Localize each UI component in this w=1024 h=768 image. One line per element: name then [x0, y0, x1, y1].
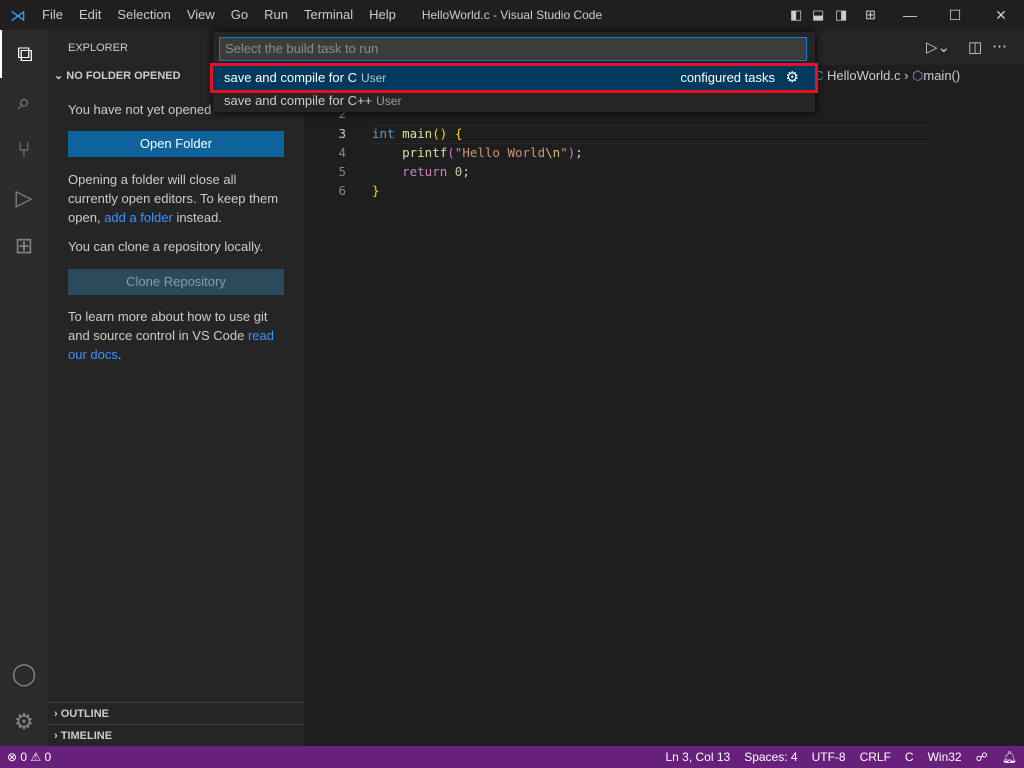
end-of-line[interactable]: CRLF	[853, 750, 898, 764]
manage-gear-icon[interactable]: ⚙	[0, 698, 48, 746]
line-number: 6	[338, 183, 346, 198]
line-number: 4	[338, 145, 346, 160]
task-item[interactable]: save and compile for C++ User	[213, 89, 815, 113]
maximize-button[interactable]: ☐	[932, 0, 978, 30]
chevron-right-icon: ›	[54, 708, 61, 720]
vscode-logo-icon: ⋊	[10, 8, 26, 25]
task-item-selected[interactable]: save and compile for C User configured ta…	[210, 63, 818, 93]
activity-bar: ⧉ ⌕ ⑂ ▷ ⊞ ◯ ⚙	[0, 30, 48, 746]
code-line: printf("Hello World\n");	[402, 145, 583, 160]
extensions-icon[interactable]: ⊞	[0, 222, 48, 270]
split-editor-icon[interactable]: ◫	[968, 38, 982, 56]
toggle-secondary-sidebar-icon[interactable]: ◨	[835, 7, 847, 23]
more-actions-icon[interactable]: ⋯	[992, 37, 1007, 55]
language-mode[interactable]: C	[898, 750, 921, 764]
timeline-section[interactable]: › TIMELINE	[48, 724, 304, 747]
title-bar: ⋊ File Edit Selection View Go Run Termin…	[0, 0, 1024, 30]
menu-go[interactable]: Go	[223, 0, 256, 30]
platform-config[interactable]: Win32	[921, 750, 969, 764]
indentation[interactable]: Spaces: 4	[737, 750, 804, 764]
customize-layout-icon[interactable]: ⊞	[865, 7, 876, 23]
menu-terminal[interactable]: Terminal	[296, 0, 361, 30]
menu-file[interactable]: File	[34, 0, 71, 30]
code-line: }	[372, 183, 380, 198]
clone-repository-button[interactable]: Clone Repository	[68, 269, 284, 295]
source-control-icon[interactable]: ⑂	[0, 126, 48, 174]
chevron-down-icon: ⌄	[54, 70, 67, 82]
minimize-button[interactable]: —	[887, 0, 933, 30]
editor-area[interactable]: ▷⌄ ◫ ⋯ C HelloWorld.c › ⬡main() 2 3 4 5 …	[304, 30, 1024, 746]
search-icon[interactable]: ⌕	[0, 78, 48, 126]
sidebar-header: EXPLORER	[68, 42, 128, 54]
account-icon[interactable]: ◯	[0, 650, 48, 698]
clone-message: You can clone a repository locally.	[68, 239, 264, 254]
close-button[interactable]: ✕	[978, 0, 1024, 30]
no-folder-section[interactable]: ⌄ NO FOLDER OPENED	[54, 69, 181, 82]
code-line: int main() {	[372, 126, 463, 141]
c-file-icon: C	[814, 68, 827, 83]
section-title: NO FOLDER OPENED	[66, 70, 181, 82]
open-folder-hint: Opening a folder will close all currentl…	[68, 172, 279, 225]
configured-tasks-label: configured tasks	[680, 70, 775, 85]
explorer-sidebar: EXPLORER ⌄ NO FOLDER OPENED You have not…	[48, 30, 304, 746]
feedback-icon[interactable]: ☍	[969, 750, 995, 764]
toggle-panel-icon[interactable]: ⬓	[812, 7, 824, 23]
cursor-position[interactable]: Ln 3, Col 13	[658, 750, 737, 764]
vertical-scrollbar[interactable]	[1012, 90, 1024, 690]
run-debug-icon[interactable]: ▷	[0, 174, 48, 222]
encoding[interactable]: UTF-8	[805, 750, 853, 764]
problems-indicator[interactable]: ⊗ 0 ⚠ 0	[0, 750, 58, 764]
run-debug-icon[interactable]: ▷⌄	[926, 38, 950, 56]
line-number: 5	[338, 164, 346, 179]
quick-pick: Select the build task to run save and co…	[210, 32, 818, 113]
menu-selection[interactable]: Selection	[109, 0, 178, 30]
outline-section[interactable]: › OUTLINE	[48, 702, 304, 725]
git-docs-hint: To learn more about how to use git and s…	[68, 309, 274, 362]
breadcrumb: C HelloWorld.c › ⬡main()	[814, 68, 961, 83]
add-folder-link[interactable]: add a folder	[104, 210, 173, 225]
menu-view[interactable]: View	[179, 0, 223, 30]
menu-edit[interactable]: Edit	[71, 0, 109, 30]
code-line: return 0;	[402, 164, 470, 179]
no-folder-message: You have not yet opened a folder.	[68, 102, 211, 117]
quick-pick-input[interactable]: Select the build task to run	[219, 37, 807, 61]
open-folder-button[interactable]: Open Folder	[68, 131, 284, 157]
symbol-method-icon: ⬡	[912, 68, 924, 83]
status-bar: ⊗ 0 ⚠ 0 Ln 3, Col 13 Spaces: 4 UTF-8 CRL…	[0, 746, 1024, 768]
toggle-sidebar-icon[interactable]: ◧	[790, 7, 802, 23]
explorer-icon[interactable]: ⧉	[0, 30, 48, 78]
menu-run[interactable]: Run	[256, 0, 296, 30]
line-number: 3	[338, 126, 346, 141]
configure-task-gear-icon[interactable]: ⚙	[786, 66, 799, 90]
menu-help[interactable]: Help	[361, 0, 404, 30]
chevron-right-icon: ›	[54, 730, 61, 742]
notifications-bell-icon[interactable]: 🔔︎	[995, 750, 1024, 764]
menu-bar: File Edit Selection View Go Run Terminal…	[34, 0, 404, 30]
